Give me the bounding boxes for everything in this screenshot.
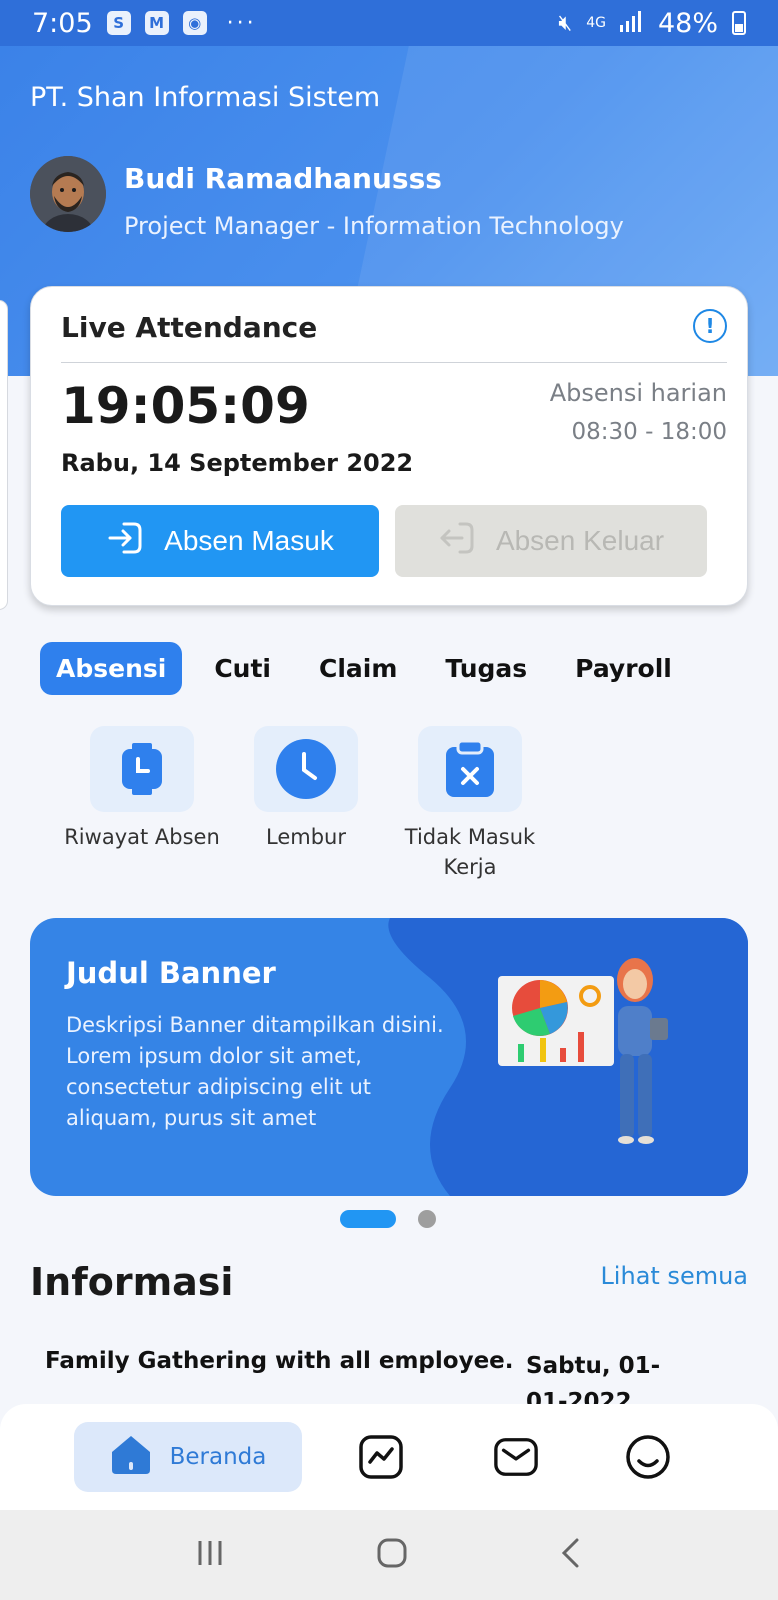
status-right: 🔇︎ 4G 48% [558, 8, 746, 39]
mute-icon: 🔇︎ [558, 10, 573, 36]
check-in-button[interactable]: Absen Masuk [61, 505, 379, 577]
check-out-button[interactable]: Absen Keluar [395, 505, 707, 577]
nav-beranda[interactable]: Beranda [74, 1422, 302, 1492]
back-icon[interactable] [559, 1537, 583, 1573]
category-tabs: Absensi Cuti Claim Tugas Payroll [40, 642, 704, 695]
menu-riwayat-absen[interactable]: Riwayat Absen [60, 726, 224, 882]
bottom-navigation: Beranda [0, 1404, 778, 1510]
check-out-label: Absen Keluar [495, 525, 665, 556]
schedule-hours: 08:30 - 18:00 [571, 419, 728, 445]
tab-absensi[interactable]: Absensi [40, 642, 183, 695]
tab-payroll[interactable]: Payroll [559, 642, 688, 695]
avatar[interactable] [30, 156, 106, 232]
status-left: 7:05 S M ◉ ··· [32, 8, 257, 39]
menu-label: Riwayat Absen [64, 825, 220, 849]
system-navigation-bar [0, 1510, 778, 1600]
see-all-link[interactable]: Lihat semua [600, 1262, 748, 1290]
quick-menu: Riwayat Absen Lembur Tidak Masuk Kerja [60, 726, 552, 882]
menu-lembur[interactable]: Lembur [224, 726, 388, 882]
clipboard-x-icon [418, 726, 522, 812]
promo-banner[interactable]: Judul Banner Deskripsi Banner ditampilka… [30, 918, 748, 1196]
user-name: Budi Ramadhanusss [124, 162, 442, 195]
informasi-title: Informasi [30, 1260, 234, 1304]
gmail-notification-icon: M [144, 11, 169, 35]
network-label: 4G [586, 15, 606, 31]
status-bar: 7:05 S M ◉ ··· 🔇︎ 4G 48% [0, 0, 778, 46]
menu-label: Tidak Masuk Kerja [404, 825, 536, 879]
status-time: 7:05 [32, 7, 93, 39]
battery-icon [732, 11, 746, 35]
info-icon[interactable]: ! [693, 309, 727, 343]
battery-percentage: 48% [657, 7, 718, 39]
app-notification-icon: ◉ [182, 11, 207, 35]
mail-icon[interactable] [493, 1434, 539, 1480]
logout-icon [438, 518, 478, 565]
login-icon [106, 518, 146, 565]
attendance-title: Live Attendance [61, 311, 318, 344]
current-time: 19:05:09 [61, 377, 310, 435]
watch-icon [90, 726, 194, 812]
pagination-dot[interactable] [418, 1210, 436, 1228]
check-in-label: Absen Masuk [164, 525, 334, 556]
more-notifications-icon: ··· [226, 10, 257, 36]
tab-claim[interactable]: Claim [303, 642, 413, 695]
user-role: Project Manager - Information Technology [124, 212, 624, 240]
activity-icon[interactable] [358, 1434, 404, 1480]
info-item-title[interactable]: Family Gathering with all employee. [45, 1348, 514, 1374]
banner-pagination [340, 1210, 436, 1228]
live-attendance-card: Live Attendance ! 19:05:09 Rabu, 14 Sept… [30, 286, 748, 606]
divider [61, 362, 727, 363]
banner-title: Judul Banner [66, 956, 276, 990]
banner-description: Deskripsi Banner ditampilkan disini. Lor… [66, 1013, 444, 1130]
menu-tidak-masuk-kerja[interactable]: Tidak Masuk Kerja [388, 726, 552, 882]
menu-label: Lembur [266, 825, 346, 849]
home-icon [110, 1434, 152, 1480]
signal-icon [619, 8, 644, 39]
company-name: PT. Shan Informasi Sistem [30, 82, 381, 113]
smile-icon[interactable] [625, 1434, 671, 1480]
current-date: Rabu, 14 September 2022 [61, 449, 414, 477]
clock-icon [254, 726, 358, 812]
nav-beranda-label: Beranda [169, 1444, 267, 1470]
previous-card-edge [0, 300, 8, 610]
schedule-label: Absensi harian [549, 379, 727, 407]
shop-notification-icon: S [106, 11, 131, 35]
recent-apps-icon[interactable] [195, 1538, 225, 1572]
tab-tugas[interactable]: Tugas [429, 642, 543, 695]
pagination-dot-active[interactable] [340, 1210, 396, 1228]
tab-cuti[interactable]: Cuti [198, 642, 287, 695]
home-button-icon[interactable] [376, 1537, 408, 1573]
